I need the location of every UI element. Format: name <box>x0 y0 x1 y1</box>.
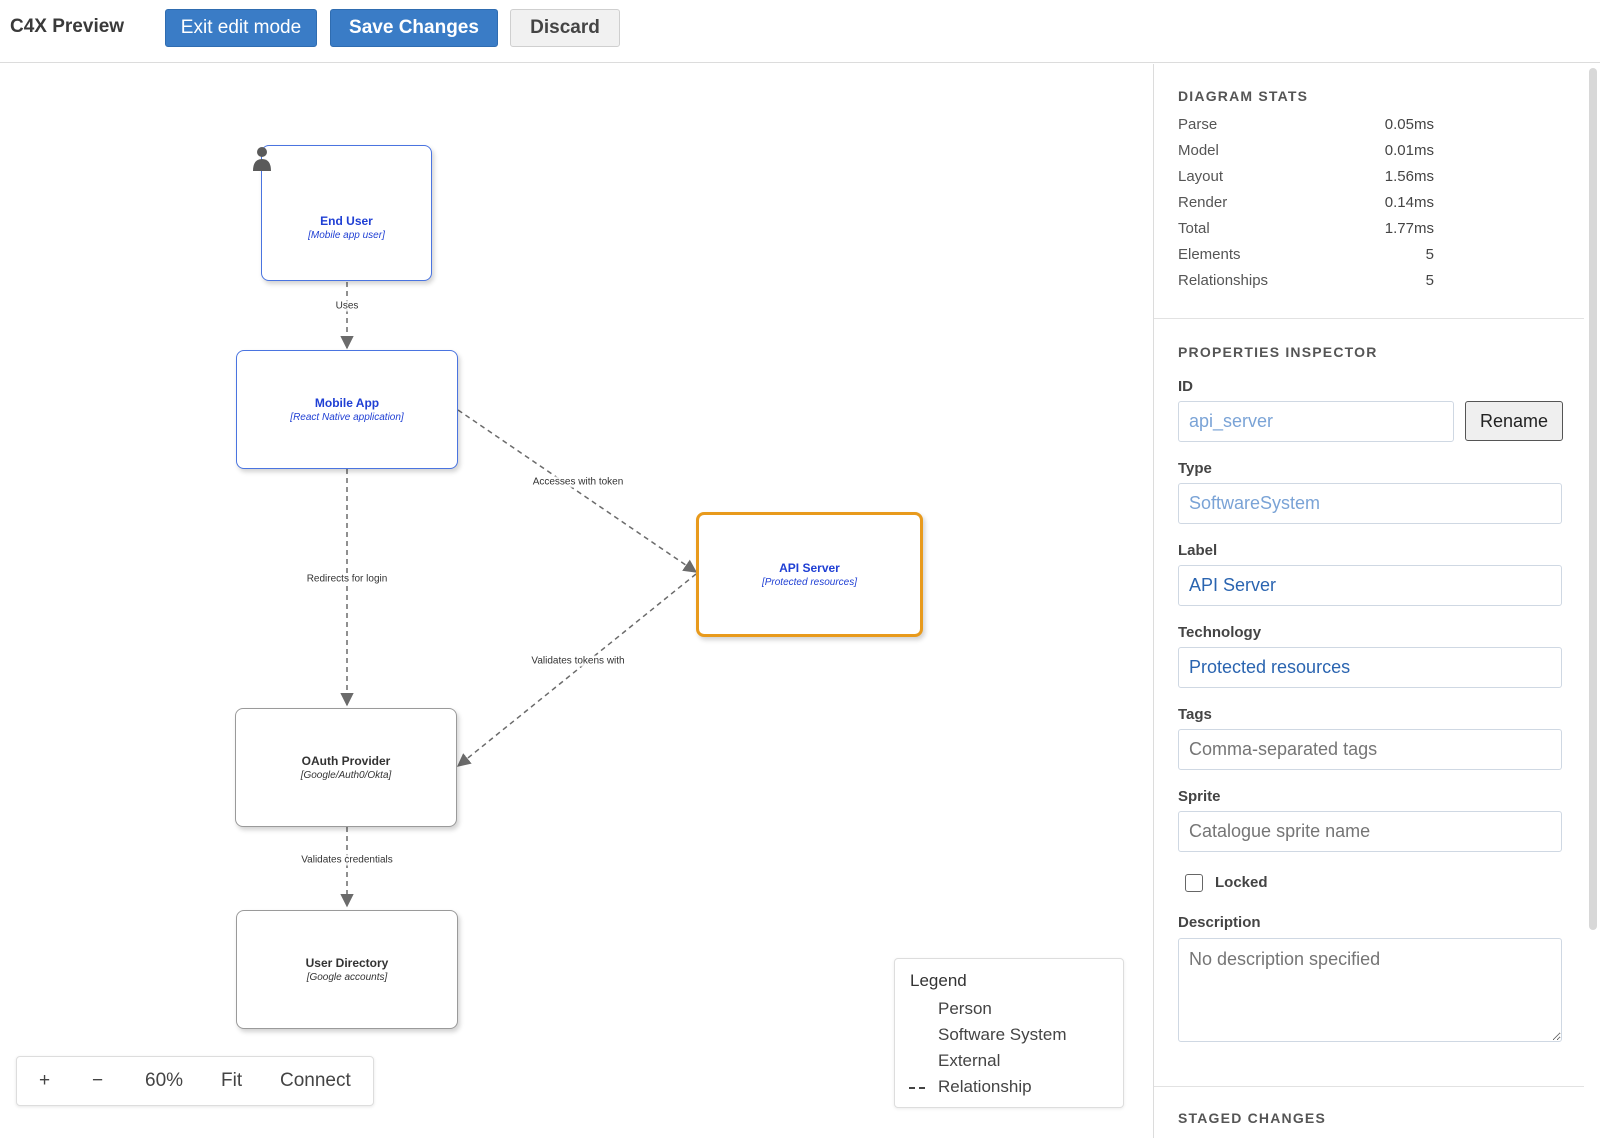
node-label: End User <box>320 214 373 228</box>
stat-name: Elements <box>1178 246 1241 263</box>
edge-label-validates-tokens-with: Validates tokens with <box>531 655 625 667</box>
app-title: C4X Preview <box>10 16 125 37</box>
tags-label: Tags <box>1178 706 1212 723</box>
type-field[interactable] <box>1178 483 1562 524</box>
locked-label: Locked <box>1215 874 1268 891</box>
node-technology: [Google/Auth0/Okta] <box>300 769 392 781</box>
connect-button[interactable]: Connect <box>280 1070 351 1092</box>
node-oauth-provider[interactable]: OAuth Provider [Google/Auth0/Okta] <box>235 708 457 827</box>
tags-field[interactable] <box>1178 729 1562 770</box>
node-mobile-app[interactable]: Mobile App [React Native application] <box>236 350 458 469</box>
locked-checkbox[interactable] <box>1185 874 1203 892</box>
id-field[interactable] <box>1178 401 1454 442</box>
stat-value: 0.14ms <box>1384 194 1434 211</box>
divider <box>1154 318 1584 319</box>
node-user-directory[interactable]: User Directory [Google accounts] <box>236 910 458 1029</box>
fit-button[interactable]: Fit <box>221 1070 242 1092</box>
legend: Legend Person Software System External R… <box>894 958 1124 1108</box>
exit-edit-mode-button[interactable]: Exit edit mode <box>165 9 317 47</box>
divider <box>1154 1086 1584 1087</box>
technology-label: Technology <box>1178 624 1262 641</box>
stat-value: 0.05ms <box>1384 116 1434 133</box>
stat-name: Model <box>1178 142 1219 159</box>
diagram-stats-title: DIAGRAM STATS <box>1178 88 1309 104</box>
edge-label-redirects-for-login: Redirects for login <box>306 573 388 585</box>
node-technology: [Mobile app user] <box>308 230 385 241</box>
legend-title: Legend <box>910 971 967 990</box>
rename-button[interactable]: Rename <box>1465 401 1563 441</box>
stat-name: Render <box>1178 194 1228 211</box>
stat-value: 1.56ms <box>1384 168 1434 185</box>
edge-label-accesses-with-token: Accesses with token <box>532 476 624 488</box>
stat-name: Parse <box>1178 116 1218 133</box>
node-technology: [Google accounts] <box>306 971 388 983</box>
staged-changes-title: STAGED CHANGES <box>1178 1110 1326 1126</box>
sprite-field[interactable] <box>1178 811 1562 852</box>
stat-value: 1.77ms <box>1384 220 1434 237</box>
technology-field[interactable] <box>1178 647 1562 688</box>
zoom-in-button[interactable]: + <box>39 1070 50 1092</box>
description-field[interactable] <box>1178 938 1562 1042</box>
edge-label-uses: Uses <box>335 300 359 312</box>
label-label: Label <box>1178 542 1218 559</box>
stat-value: 0.01ms <box>1384 142 1434 159</box>
person-icon <box>253 147 271 171</box>
legend-item-external: External <box>938 1051 1001 1070</box>
zoom-controls: + − 60% Fit Connect <box>16 1056 374 1106</box>
save-changes-button[interactable]: Save Changes <box>330 9 498 47</box>
legend-item-person: Person <box>938 999 992 1018</box>
sidebar-scrollbar[interactable] <box>1589 68 1597 930</box>
node-api-server[interactable]: API Server [Protected resources] <box>696 512 923 637</box>
node-label: API Server <box>779 560 840 575</box>
node-label: User Directory <box>305 955 389 970</box>
stat-name: Relationships <box>1178 272 1269 289</box>
type-label: Type <box>1178 460 1212 477</box>
label-field[interactable] <box>1178 565 1562 606</box>
description-label: Description <box>1178 914 1261 931</box>
zoom-out-button[interactable]: − <box>92 1070 103 1092</box>
id-label: ID <box>1178 378 1193 395</box>
stat-value: 5 <box>1425 246 1434 263</box>
legend-item-relationship: Relationship <box>938 1077 1032 1096</box>
properties-inspector-title: PROPERTIES INSPECTOR <box>1178 344 1378 360</box>
legend-item-software-system: Software System <box>938 1025 1067 1044</box>
node-label: Mobile App <box>314 395 380 410</box>
node-technology: [Protected resources] <box>761 576 858 588</box>
stat-name: Total <box>1178 220 1210 237</box>
top-toolbar: C4X Preview Exit edit mode Save Changes … <box>0 0 1600 63</box>
edge-accesses-with-token[interactable] <box>457 409 698 573</box>
sprite-label: Sprite <box>1178 788 1221 805</box>
node-label: OAuth Provider <box>301 753 391 768</box>
dashed-line-icon <box>909 1087 929 1089</box>
zoom-level: 60% <box>145 1070 184 1091</box>
node-end-user[interactable]: End User [Mobile app user] <box>253 145 432 281</box>
edge-label-validates-credentials: Validates credentials <box>301 854 393 866</box>
node-technology: [React Native application] <box>290 411 404 423</box>
stat-name: Layout <box>1178 168 1224 185</box>
discard-button[interactable]: Discard <box>510 9 620 47</box>
stat-value: 5 <box>1425 272 1434 289</box>
sidebar: DIAGRAM STATS Parse 0.05ms Model 0.01ms … <box>1153 64 1600 1138</box>
edge-validates-tokens-with[interactable] <box>456 573 697 767</box>
